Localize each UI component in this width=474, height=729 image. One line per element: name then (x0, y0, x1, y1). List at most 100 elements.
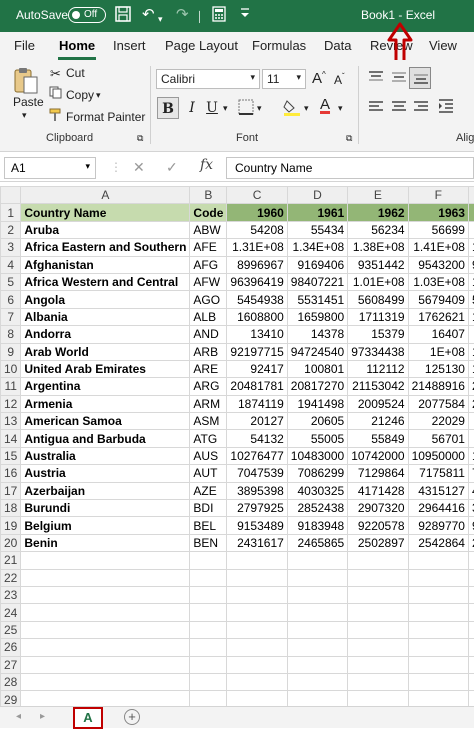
cell-value[interactable]: 2852438 (287, 500, 347, 517)
tab-formulas[interactable]: Formulas (252, 38, 306, 53)
formula-input[interactable]: Country Name (226, 157, 474, 179)
empty-cell[interactable] (348, 656, 408, 673)
cell-country-name[interactable]: Africa Western and Central (21, 273, 190, 290)
cell-value[interactable]: 21246 (348, 413, 408, 430)
empty-cell[interactable] (408, 691, 468, 706)
row-header[interactable]: 19 (1, 517, 21, 534)
empty-cell[interactable] (348, 552, 408, 569)
cell-value[interactable]: 92197715 (227, 343, 287, 360)
row-header[interactable]: 1 (1, 204, 21, 221)
empty-cell[interactable] (287, 621, 347, 638)
cell-value[interactable]: 55849 (348, 430, 408, 447)
cell-value[interactable]: 92417 (227, 360, 287, 377)
cell-country-name[interactable]: Australia (21, 447, 190, 464)
row-header[interactable]: 21 (1, 552, 21, 569)
empty-cell[interactable] (227, 621, 287, 638)
empty-cell[interactable] (348, 586, 408, 603)
empty-cell[interactable] (21, 639, 190, 656)
row-header[interactable]: 24 (1, 604, 21, 621)
row-header[interactable]: 17 (1, 482, 21, 499)
empty-cell[interactable] (408, 552, 468, 569)
sheet-tab-a[interactable]: A (73, 707, 103, 729)
tab-view[interactable]: View (429, 38, 457, 53)
cell-value[interactable]: 1 (468, 360, 474, 377)
fill-color-icon[interactable] (283, 97, 301, 120)
cell-value[interactable]: 56234 (348, 221, 408, 238)
cell-value[interactable]: 96396419 (227, 273, 287, 290)
cell-code[interactable]: ARB (190, 343, 227, 360)
cell-value[interactable]: 9153489 (227, 517, 287, 534)
cell-value[interactable]: 9 (468, 256, 474, 273)
cell-value[interactable]: 7 (468, 465, 474, 482)
cell-value[interactable]: 125130 (408, 360, 468, 377)
cell-value[interactable]: 1.01E+08 (348, 273, 408, 290)
fill-color-dropdown-icon[interactable]: ▾ (304, 103, 309, 114)
paste-label[interactable]: Paste (13, 95, 44, 109)
underline-button[interactable]: U (201, 97, 223, 119)
cell-value[interactable]: 16407 (408, 326, 468, 343)
empty-cell[interactable] (190, 656, 227, 673)
cell-value[interactable]: 55434 (287, 221, 347, 238)
cell-value[interactable]: 4315127 (408, 482, 468, 499)
cell-value[interactable]: 4 (468, 482, 474, 499)
cell-country-name[interactable]: Africa Eastern and Southern (21, 239, 190, 256)
borders-dropdown-icon[interactable]: ▾ (257, 103, 262, 114)
cell-year-header[interactable] (468, 204, 474, 221)
row-header[interactable]: 11 (1, 378, 21, 395)
empty-cell[interactable] (468, 639, 474, 656)
cell-country-name[interactable]: Armenia (21, 395, 190, 412)
chevron-down-icon[interactable]: ▾ (296, 72, 301, 83)
cell-value[interactable]: 7175811 (408, 465, 468, 482)
cell-value[interactable]: 7086299 (287, 465, 347, 482)
cell-value[interactable]: 21488916 (408, 378, 468, 395)
empty-cell[interactable] (287, 639, 347, 656)
cell-value[interactable]: 13410 (227, 326, 287, 343)
empty-cell[interactable] (227, 552, 287, 569)
cell-value[interactable]: 9183948 (287, 517, 347, 534)
row-header[interactable]: 13 (1, 413, 21, 430)
empty-cell[interactable] (21, 569, 190, 586)
row-header[interactable]: 8 (1, 326, 21, 343)
empty-cell[interactable] (408, 586, 468, 603)
cell-value[interactable]: 9169406 (287, 256, 347, 273)
empty-cell[interactable] (190, 604, 227, 621)
redo-icon[interactable]: ↷ (176, 6, 189, 24)
cell-code[interactable]: ASM (190, 413, 227, 430)
cell-country-name[interactable]: Arab World (21, 343, 190, 360)
increase-font-icon[interactable]: A^ (312, 70, 326, 87)
cell-value[interactable]: 1.41E+08 (408, 239, 468, 256)
cell-code[interactable]: ARE (190, 360, 227, 377)
empty-cell[interactable] (21, 552, 190, 569)
cell-value[interactable]: 1.34E+08 (287, 239, 347, 256)
cell-year-header[interactable]: 1963 (408, 204, 468, 221)
cell-code[interactable]: ALB (190, 308, 227, 325)
empty-cell[interactable] (468, 673, 474, 690)
empty-cell[interactable] (21, 621, 190, 638)
decrease-font-icon[interactable]: Aˇ (334, 72, 345, 87)
font-color-dropdown-icon[interactable]: ▾ (338, 103, 343, 114)
cell-year-header[interactable]: 1961 (287, 204, 347, 221)
cell-value[interactable]: 5531451 (287, 291, 347, 308)
cell-value[interactable]: 9220578 (348, 517, 408, 534)
cell-value[interactable]: 54132 (227, 430, 287, 447)
row-header[interactable]: 12 (1, 395, 21, 412)
cell-value[interactable]: 4171428 (348, 482, 408, 499)
cell-code[interactable]: AGO (190, 291, 227, 308)
cell-value[interactable]: 112112 (348, 360, 408, 377)
cell-value[interactable]: 2 (468, 395, 474, 412)
empty-cell[interactable] (190, 552, 227, 569)
cell-code[interactable]: AFE (190, 239, 227, 256)
empty-cell[interactable] (227, 639, 287, 656)
cell-value[interactable]: 2009524 (348, 395, 408, 412)
cell-value[interactable]: 54208 (227, 221, 287, 238)
empty-cell[interactable] (468, 569, 474, 586)
cell-value[interactable]: 7047539 (227, 465, 287, 482)
empty-cell[interactable] (21, 691, 190, 706)
font-color-icon[interactable]: A (320, 96, 330, 113)
row-header[interactable]: 23 (1, 586, 21, 603)
empty-cell[interactable] (287, 552, 347, 569)
add-sheet-icon[interactable]: + (124, 709, 140, 725)
cell-value[interactable]: 2502897 (348, 534, 408, 551)
cell-value[interactable]: 5454938 (227, 291, 287, 308)
cell-year-header[interactable]: 1962 (348, 204, 408, 221)
